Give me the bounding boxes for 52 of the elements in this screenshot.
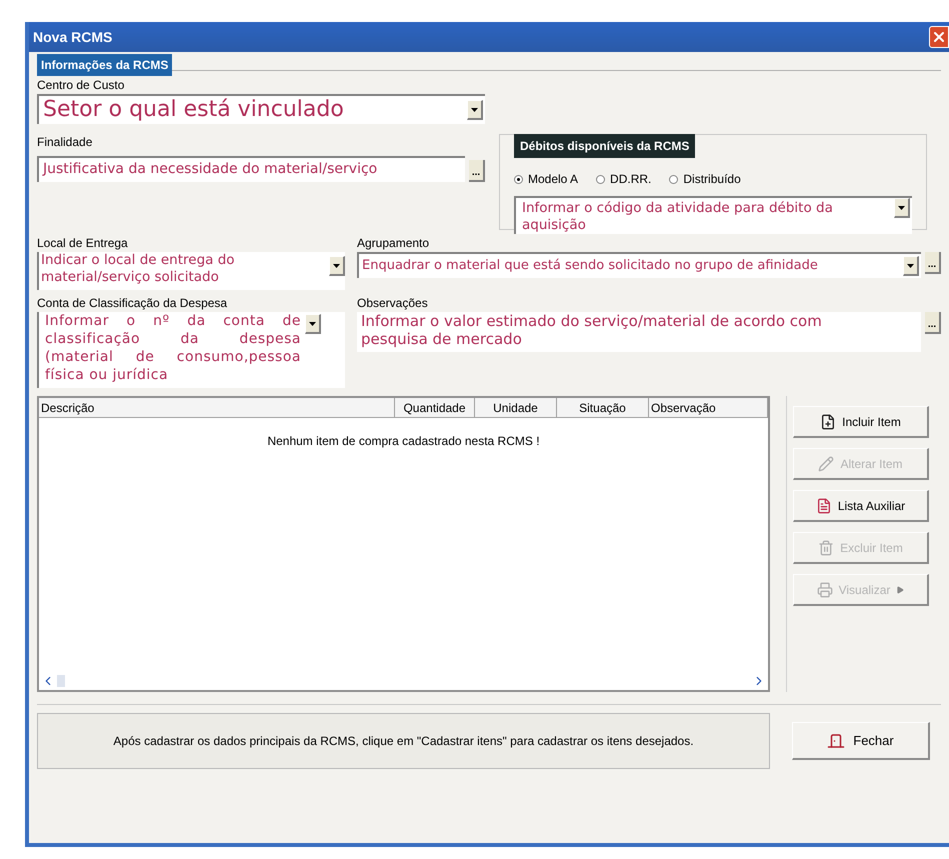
column-header[interactable]: Unidade <box>475 398 557 417</box>
trash-icon <box>818 540 834 556</box>
dropdown-button[interactable] <box>894 198 910 218</box>
close-icon <box>931 29 947 45</box>
scroll-thumb[interactable] <box>57 675 65 687</box>
action-button[interactable]: Incluir Item <box>793 406 929 438</box>
field-label: Conta de Classificação da Despesa <box>37 296 228 310</box>
field-label: Centro de Custo <box>37 78 126 92</box>
printer-icon <box>816 582 833 598</box>
door-icon <box>827 732 846 750</box>
column-header[interactable]: Observação <box>649 398 768 417</box>
window-title: Nova RCMS <box>33 28 112 46</box>
expense-account-dropdown[interactable]: Informar o nº da conta de classificação da despesa (material de consumo,pessoa física ou jurídica <box>37 312 345 388</box>
grouping-dropdown[interactable]: Enquadrar o material que está sendo solicitado no grupo de afinidade <box>357 252 921 278</box>
new-document-icon <box>820 414 836 430</box>
delivery-dropdown[interactable]: Indicar o local de entrega do material/serviço solicitado <box>37 252 345 290</box>
caret-icon <box>333 264 340 268</box>
radio-option[interactable]: Modelo A <box>514 170 578 188</box>
column-header[interactable]: Descrição <box>39 398 395 417</box>
field-label: Finalidade <box>37 135 92 149</box>
field-label: Observações <box>357 296 429 310</box>
caret-icon <box>907 264 914 268</box>
cost-center-dropdown[interactable]: Setor o qual está vinculado <box>37 94 485 124</box>
column-header[interactable]: Situação <box>557 398 649 417</box>
activity-dropdown[interactable]: Informar o código da atividade para débito da aquisição <box>514 196 912 234</box>
empty-message: Nenhum item de compra cadastrado nesta RCMS ! <box>267 433 540 450</box>
column-header[interactable]: Quantidade <box>395 398 475 417</box>
field-label: Local de Entrega <box>37 236 129 250</box>
ellipsis-button[interactable]: ... <box>925 312 941 334</box>
close-button[interactable] <box>929 26 949 48</box>
radio-option[interactable]: Distribuído <box>669 170 741 188</box>
submenu-arrow-icon <box>896 586 904 594</box>
caret-icon <box>898 206 905 210</box>
hint-text: Após cadastrar os dados principais da RCMS, clique em "Cadastrar itens" para cadastrar os itens desejados. <box>113 733 694 750</box>
document-icon <box>816 498 832 514</box>
notes-field[interactable]: Informar o valor estimado do serviço/material de acordo com pesquisa de mercado <box>357 312 921 352</box>
close-dialog-button[interactable]: Fechar <box>792 722 930 760</box>
dropdown-button[interactable] <box>329 256 345 276</box>
caret-icon <box>471 108 478 112</box>
group-title: Débitos disponíveis da RCMS <box>514 134 696 158</box>
ellipsis-button[interactable]: ... <box>469 160 485 182</box>
dropdown-button[interactable] <box>467 100 483 120</box>
pencil-icon <box>818 456 834 472</box>
radio-option[interactable]: DD.RR. <box>596 170 652 188</box>
action-button[interactable]: Lista Auxiliar <box>793 490 929 522</box>
dropdown-button[interactable] <box>305 314 321 334</box>
field-label: Agrupamento <box>357 236 430 250</box>
purpose-field[interactable]: Justificativa da necessidade do material/serviço <box>37 156 465 182</box>
section-title: Informações da RCMS <box>37 54 172 76</box>
caret-icon <box>309 322 316 326</box>
dropdown-button[interactable] <box>903 256 919 276</box>
ellipsis-button[interactable]: ... <box>925 252 941 274</box>
